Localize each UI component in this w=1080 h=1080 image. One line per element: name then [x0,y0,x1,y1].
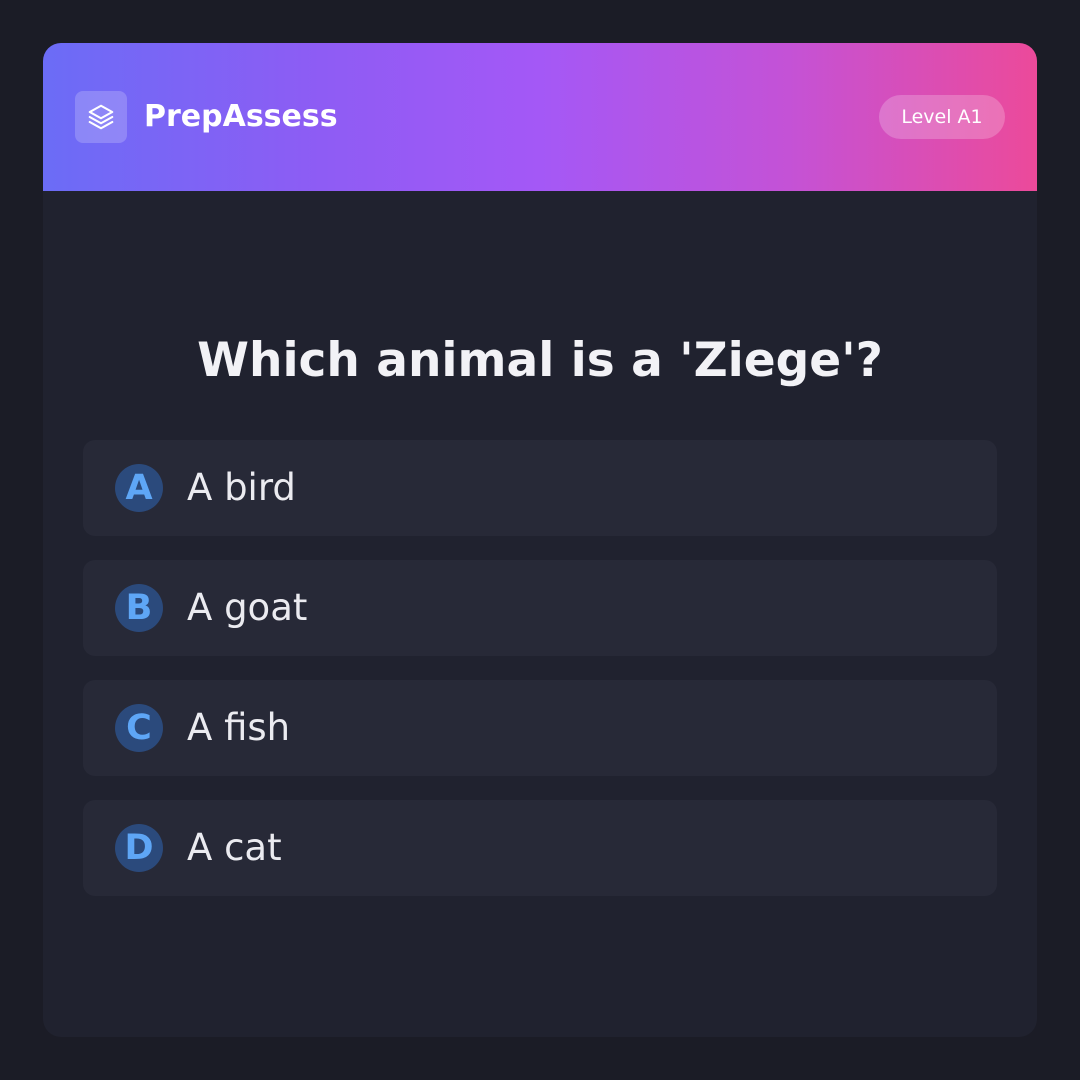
quiz-card: PrepAssess Level A1 Which animal is a 'Z… [43,43,1037,1037]
layers-icon [88,104,114,130]
logo [75,91,127,143]
quiz-header: PrepAssess Level A1 [43,43,1037,191]
option-label: A bird [187,466,296,509]
answer-option-a[interactable]: A A bird [83,440,997,536]
option-label: A fish [187,706,291,749]
level-badge: Level A1 [879,95,1005,139]
question-text: Which animal is a 'Ziege'? [197,333,883,388]
answer-option-b[interactable]: B A goat [83,560,997,656]
answer-option-c[interactable]: C A fish [83,680,997,776]
option-label: A cat [187,826,282,869]
option-letter: A [115,464,163,512]
option-label: A goat [187,586,308,629]
option-letter: D [115,824,163,872]
answer-option-d[interactable]: D A cat [83,800,997,896]
brand-name: PrepAssess [144,99,338,134]
option-letter: B [115,584,163,632]
option-letter: C [115,704,163,752]
